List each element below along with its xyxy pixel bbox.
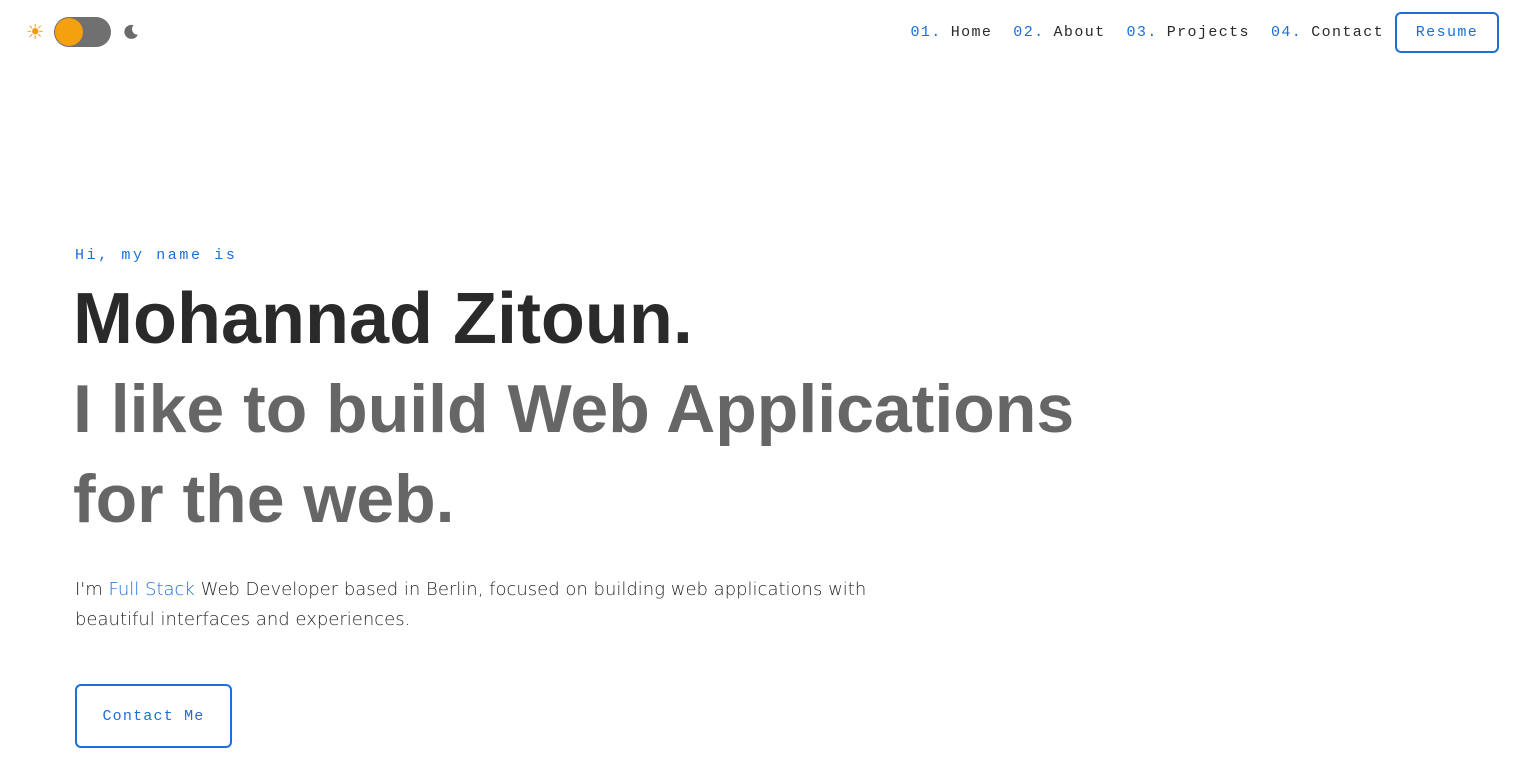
- hero-tagline: I like to build Web Applications for the…: [73, 371, 1075, 537]
- intro-prefix: I'm: [75, 579, 109, 600]
- nav-link-contact[interactable]: 04. Contact: [1271, 24, 1384, 41]
- nav-number: 03.: [1126, 24, 1158, 41]
- hero-name: Mohannad Zitoun.: [73, 279, 693, 359]
- hero-intro: I'm Full Stack Web Developer based in Be…: [75, 575, 895, 635]
- nav-number: 04.: [1270, 24, 1303, 41]
- nav-label: Projects: [1166, 24, 1250, 41]
- nav-number: 02.: [1013, 24, 1045, 41]
- theme-toggle[interactable]: ☀: [24, 17, 140, 47]
- intro-highlight: Full Stack: [108, 579, 195, 600]
- switch-knob[interactable]: [55, 18, 83, 46]
- nav-label: About: [1053, 24, 1106, 41]
- greeting-text: Hi, my name is: [75, 247, 238, 264]
- nav-label: Contact: [1311, 24, 1384, 41]
- dark-mode-switch[interactable]: [54, 17, 111, 47]
- nav-link-about[interactable]: 02. About: [1013, 24, 1105, 41]
- nav-link-home[interactable]: 01. Home: [910, 24, 992, 41]
- contact-me-button[interactable]: Contact Me: [75, 684, 232, 748]
- nav-link-projects[interactable]: 03. Projects: [1127, 24, 1250, 41]
- sun-icon: ☀: [25, 19, 45, 44]
- nav-number: 01.: [910, 24, 942, 41]
- nav-label: Home: [950, 24, 993, 41]
- main-nav: 01. Home 02. About 03. Projects 04. Cont…: [910, 12, 1499, 53]
- resume-button[interactable]: Resume: [1395, 12, 1499, 53]
- moon-icon: [122, 23, 140, 41]
